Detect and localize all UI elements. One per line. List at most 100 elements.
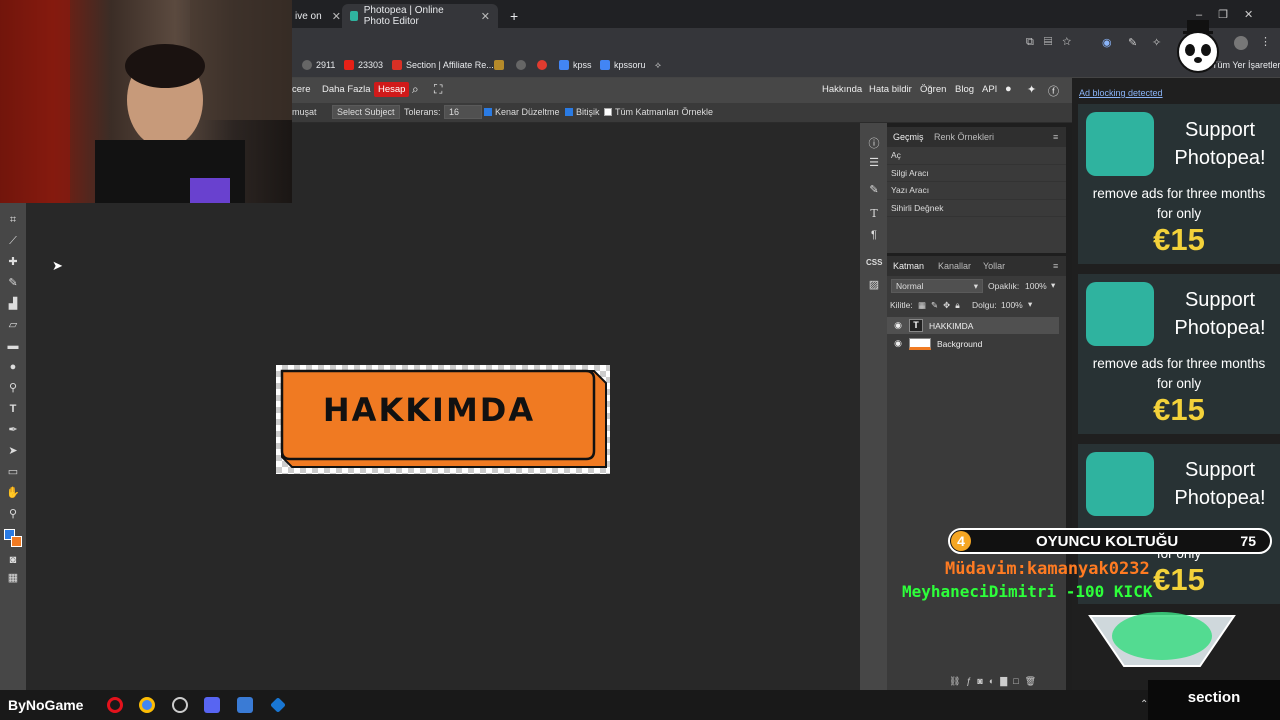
bookmark-icon-c[interactable] (537, 60, 547, 70)
tab-live[interactable]: ive on ✕ (287, 4, 349, 28)
sample-all-option[interactable]: Tüm Katmanları Örnekle (604, 107, 713, 117)
ad-banner[interactable]: Support Photopea! remove ads for three m… (1078, 104, 1280, 264)
layer-actions-icons[interactable]: ⛓ƒ◙◐▇□🗑︎ (949, 676, 1042, 687)
crop-icon[interactable]: ⌗ (5, 213, 21, 227)
brush-icon[interactable]: ✎ (5, 276, 21, 290)
browser-action-icons[interactable]: ⧉▤☆ (1026, 36, 1081, 49)
character-icon[interactable]: T (866, 207, 882, 220)
select-subject-button[interactable]: Select Subject (332, 105, 400, 119)
chevron-down-icon[interactable]: ▾ (1051, 280, 1055, 291)
close-tab-icon[interactable]: ✕ (332, 10, 341, 23)
tab-swatches[interactable]: Renk Örnekleri (934, 132, 994, 142)
zoom-icon[interactable]: ⚲ (5, 507, 21, 521)
opacity-input[interactable]: 100% (1025, 281, 1047, 291)
tab-photopea[interactable]: Photopea | Online Photo Editor ✕ (342, 4, 498, 28)
checkbox-icon[interactable] (565, 108, 573, 116)
bookmark-kpssoru[interactable]: kpssoru (600, 60, 646, 70)
lock-icons[interactable]: ▦✎✥🔒︎ (918, 300, 965, 311)
menu-learn[interactable]: Öğren (920, 84, 946, 95)
eye-icon[interactable]: ◉ (891, 338, 905, 349)
chevron-down-icon[interactable]: ▾ (1028, 299, 1032, 310)
history-item[interactable]: Silgi Aracı (887, 165, 1066, 182)
menu-account[interactable]: Hesap (374, 82, 410, 97)
path-select-icon[interactable]: ➤ (5, 444, 21, 458)
checkbox-icon[interactable] (604, 108, 612, 116)
extension-icon[interactable]: ◉ (1102, 36, 1112, 49)
blur-icon[interactable]: ● (5, 360, 21, 374)
tab-channels[interactable]: Kanallar (938, 261, 971, 271)
smooth-button[interactable]: muşat (292, 107, 317, 117)
menu-window[interactable]: cere (292, 84, 310, 95)
info-icon[interactable]: ⓘ (866, 135, 882, 151)
adjustments-icon[interactable]: ☰ (866, 156, 882, 169)
eraser-icon[interactable]: ▱ (5, 318, 21, 332)
history-item[interactable]: Sihirli Değnek (887, 200, 1066, 217)
reddit-icon[interactable]: ● (1005, 83, 1012, 95)
search-icon[interactable]: ⌕ (412, 82, 419, 97)
ad-banner[interactable]: Support Photopea! remove ads for three m… (1078, 274, 1280, 434)
anti-alias-option[interactable]: Kenar Düzeltme (484, 107, 560, 117)
obs-icon[interactable] (172, 697, 188, 713)
app-icon[interactable] (237, 697, 253, 713)
contiguous-option[interactable]: Bitişik (565, 107, 600, 117)
layer-row-hakkimda[interactable]: ◉ T HAKKIMDA (887, 317, 1059, 334)
ad-blocking-warning[interactable]: Ad blocking detected (1079, 88, 1163, 98)
vscode-icon[interactable] (270, 697, 286, 713)
layer-row-background[interactable]: ◉ Background (887, 335, 1059, 352)
paragraph-icon[interactable]: ¶ (866, 229, 882, 241)
close-tab-icon[interactable]: ✕ (481, 10, 490, 23)
profile-avatar[interactable] (1234, 36, 1248, 50)
menu-api[interactable]: API (982, 84, 997, 95)
bookmark-2911[interactable]: 2911 (302, 60, 335, 70)
gradient-icon[interactable]: ▬ (5, 339, 21, 353)
bookmark-icon-a[interactable] (494, 60, 504, 70)
stamp-icon[interactable]: ▟ (5, 297, 21, 311)
twitter-icon[interactable]: ✦ (1027, 83, 1036, 96)
screen-mode-icon[interactable]: ▦ (5, 571, 21, 585)
rectangle-icon[interactable]: ▭ (5, 465, 21, 479)
ad-banner[interactable]: Support Photopea! remove ads for three m… (1078, 444, 1280, 604)
hand-icon[interactable]: ✋ (5, 486, 21, 500)
history-item[interactable]: Yazı Aracı (887, 182, 1066, 200)
brush-panel-icon[interactable]: ✎ (866, 183, 882, 196)
bookmark-icon-d[interactable]: ⟡ (655, 60, 661, 71)
panel-menu-icon[interactable]: ≡ (1053, 132, 1058, 142)
puzzle-icon[interactable]: ✧ (1152, 36, 1161, 49)
menu-report-bug[interactable]: Hata bildir (869, 84, 912, 95)
fill-input[interactable]: 100% (1001, 300, 1023, 310)
bookmark-icon-b[interactable] (516, 60, 526, 70)
menu-more[interactable]: Daha Fazla (322, 84, 371, 95)
facebook-icon[interactable]: ⓕ (1048, 83, 1059, 99)
menu-blog[interactable]: Blog (955, 84, 974, 95)
type-icon[interactable]: T (5, 402, 21, 416)
panel-menu-icon[interactable]: ≡ (1053, 261, 1058, 271)
pen-icon[interactable]: ✎ (1128, 36, 1137, 49)
history-item[interactable]: Aç (887, 147, 1066, 165)
dodge-icon[interactable]: ⚲ (5, 381, 21, 395)
menu-icon[interactable]: ⋮ (1260, 35, 1271, 48)
new-tab-button[interactable]: + (502, 4, 526, 28)
bookmark-kpss[interactable]: kpss (559, 60, 592, 70)
quick-mask-icon[interactable]: ◙ (5, 553, 21, 567)
eye-icon[interactable]: ◉ (891, 320, 905, 331)
healing-icon[interactable]: ✚ (5, 255, 21, 269)
fullscreen-icon[interactable]: ⛶ (434, 82, 442, 97)
opera-icon[interactable] (107, 697, 123, 713)
pen-tool-icon[interactable]: ✒ (5, 423, 21, 437)
chrome-icon[interactable] (139, 697, 155, 713)
tab-layers[interactable]: Katman (893, 261, 924, 271)
menu-about[interactable]: Hakkında (822, 84, 862, 95)
tab-paths[interactable]: Yollar (983, 261, 1005, 271)
tolerance-input[interactable]: 16 (444, 105, 482, 119)
background-color-swatch[interactable] (11, 536, 22, 547)
bookmark-23303[interactable]: 23303 (344, 60, 383, 70)
image-icon[interactable]: ▨ (866, 278, 882, 291)
blend-mode-select[interactable]: Normal ▾ (891, 279, 983, 293)
eyedropper-icon[interactable]: ⟋ (5, 234, 21, 248)
bookmark-section[interactable]: Section | Affiliate Re... (392, 60, 494, 70)
css-icon[interactable]: CSS (866, 258, 882, 267)
document-canvas[interactable]: HAKKIMDA (276, 365, 610, 474)
checkbox-icon[interactable] (484, 108, 492, 116)
tab-history[interactable]: Geçmiş (893, 132, 924, 142)
discord-icon[interactable] (204, 697, 220, 713)
